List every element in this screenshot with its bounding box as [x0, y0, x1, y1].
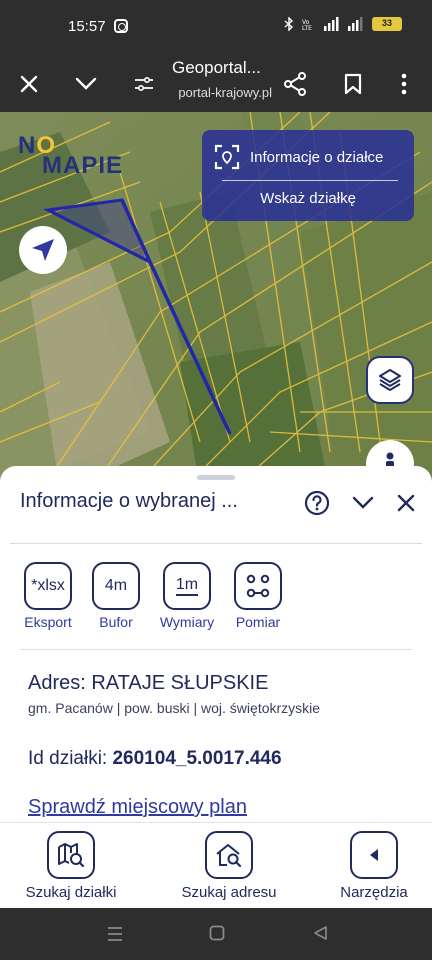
search-address-button[interactable]: Szukaj adresu — [174, 831, 284, 901]
tools-row: *xlsx Eksport 4m Bufor 1m Wymiary Pomiar — [18, 562, 288, 630]
sheet-drag-handle[interactable] — [197, 475, 235, 480]
page-settings-icon[interactable] — [128, 68, 160, 100]
back-icon[interactable] — [312, 925, 328, 941]
location-button[interactable] — [19, 226, 67, 274]
system-navigation-bar — [0, 908, 432, 960]
dimensions-tool[interactable]: 1m Wymiary — [154, 562, 220, 630]
divider — [20, 649, 412, 650]
share-icon[interactable] — [279, 68, 311, 100]
volte-icon: VoLTE — [302, 19, 312, 31]
dimensions-label: Wymiary — [159, 614, 215, 630]
page-title: Geoportal... — [172, 58, 261, 77]
address-details: gm. Pacanów | pow. buski | woj. świętokr… — [28, 700, 321, 716]
address: Adres: RATAJE SŁUPSKIE — [28, 672, 269, 694]
back-triangle-icon — [350, 831, 398, 879]
more-menu-icon[interactable] — [388, 68, 420, 100]
plot-info-label: Informacje o działce — [250, 148, 384, 166]
instagram-icon — [114, 19, 128, 33]
card-divider — [222, 180, 398, 181]
bookmark-icon[interactable] — [337, 68, 369, 100]
measure-tool[interactable]: Pomiar — [228, 562, 288, 630]
close-icon[interactable] — [396, 493, 416, 513]
select-area-icon — [214, 144, 240, 170]
measure-icon — [234, 562, 282, 610]
buffer-tool[interactable]: 4m Bufor — [86, 562, 146, 630]
dimensions-icon-text: 1m — [175, 576, 199, 596]
select-plot-button[interactable]: Wskaż działkę — [202, 190, 414, 207]
plot-id-value: 260104_5.0017.446 — [112, 748, 282, 769]
status-bar: 15:57 Vo LTE 33 — [0, 0, 432, 56]
export-label: Eksport — [24, 614, 72, 630]
plot-info-sheet: Informacje o wybranej ... *xlsx Eksport … — [0, 466, 432, 822]
plot-info-button[interactable]: Informacje o działce — [214, 144, 383, 170]
measure-label: Pomiar — [235, 614, 281, 630]
clock: 15:57 — [68, 18, 106, 35]
home-icon[interactable] — [209, 925, 225, 941]
dimensions-icon: 1m — [163, 562, 211, 610]
tools-button[interactable]: Narzędzia — [334, 831, 414, 901]
search-address-label: Szukaj adresu — [181, 884, 277, 901]
bottom-navigation: Szukaj działki Szukaj adresu Narzędzia — [0, 822, 432, 908]
navigation-arrow-icon — [32, 239, 54, 261]
sheet-actions — [304, 490, 416, 516]
chevron-down-icon[interactable] — [352, 496, 374, 510]
divider — [10, 543, 422, 544]
search-plot-button[interactable]: Szukaj działki — [18, 831, 124, 901]
map-search-icon — [47, 831, 95, 879]
signal-icon — [324, 17, 339, 31]
page-url[interactable]: portal-krajowy.pl — [172, 85, 272, 100]
bluetooth-icon — [284, 17, 294, 31]
buffer-label: Bufor — [99, 614, 133, 630]
export-xlsx-icon: *xlsx — [24, 562, 72, 610]
local-plan-link[interactable]: Sprawdź miejscowy plan — [28, 796, 247, 819]
browser-toolbar: Geoportal... portal-krajowy.pl — [0, 56, 432, 112]
chevron-down-icon[interactable] — [70, 68, 102, 100]
na-mapie-logo: NO MAPIE — [18, 132, 124, 179]
help-icon[interactable] — [304, 490, 330, 516]
battery-icon: 33 — [372, 17, 402, 31]
export-tool[interactable]: *xlsx Eksport — [18, 562, 78, 630]
plot-id: Id działki: 260104_5.0017.446 — [28, 748, 282, 770]
plot-info-card: Informacje o działce Wskaż działkę — [202, 130, 414, 221]
sheet-title: Informacje o wybranej ... — [20, 490, 238, 512]
layers-icon — [379, 369, 401, 392]
recents-icon[interactable] — [106, 926, 124, 942]
home-search-icon — [205, 831, 253, 879]
map-view[interactable]: NO MAPIE Informacje o działce Wskaż dział… — [0, 112, 432, 492]
tools-label: Narzędzia — [340, 884, 408, 901]
close-icon[interactable] — [13, 68, 45, 100]
svg-text:LTE: LTE — [302, 25, 312, 31]
plot-id-label: Id działki: — [28, 748, 108, 769]
signal-2-icon — [348, 17, 363, 31]
layers-button[interactable] — [366, 356, 414, 404]
search-plot-label: Szukaj działki — [25, 884, 117, 901]
status-icons: Vo LTE 33 — [284, 17, 402, 31]
buffer-icon: 4m — [92, 562, 140, 610]
